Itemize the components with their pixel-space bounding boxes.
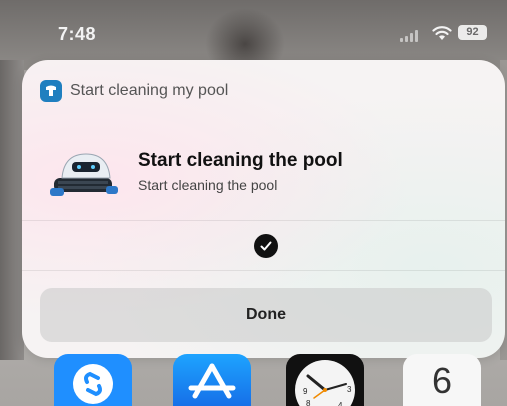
shortcut-subtitle: Start cleaning the pool: [138, 177, 278, 193]
calendar-icon[interactable]: 6: [403, 354, 481, 406]
svg-text:4: 4: [338, 401, 343, 406]
battery-indicator: 92: [458, 25, 487, 40]
app-title: Start cleaning my pool: [70, 82, 229, 99]
status-bar: 7:48 92: [0, 0, 507, 60]
shortcut-title: Start cleaning the pool: [138, 150, 343, 171]
wallpaper-left-dark: [0, 60, 24, 360]
sheet-header: Start cleaning my pool: [40, 80, 228, 102]
clock-icon[interactable]: 3 4 9 8: [286, 354, 364, 406]
cellular-signal-icon: [400, 30, 422, 42]
svg-text:8: 8: [306, 399, 311, 406]
app-store-icon[interactable]: [173, 354, 251, 406]
checkmark-circle-icon: [254, 234, 278, 258]
shazam-icon[interactable]: [54, 354, 132, 406]
svg-text:9: 9: [303, 387, 308, 396]
divider-top: [22, 220, 505, 221]
pool-robot-app-icon: [40, 80, 62, 102]
pool-cleaning-robot-image: [50, 153, 118, 196]
wifi-icon: [432, 26, 452, 40]
status-time: 7:48: [58, 24, 97, 44]
svg-text:3: 3: [347, 385, 352, 394]
calendar-day: 6: [431, 360, 453, 401]
shortcut-result-sheet: Start cleaning my pool Start cleaning th…: [22, 60, 505, 358]
divider-bottom: [22, 270, 505, 271]
done-button[interactable]: Done: [40, 288, 492, 342]
